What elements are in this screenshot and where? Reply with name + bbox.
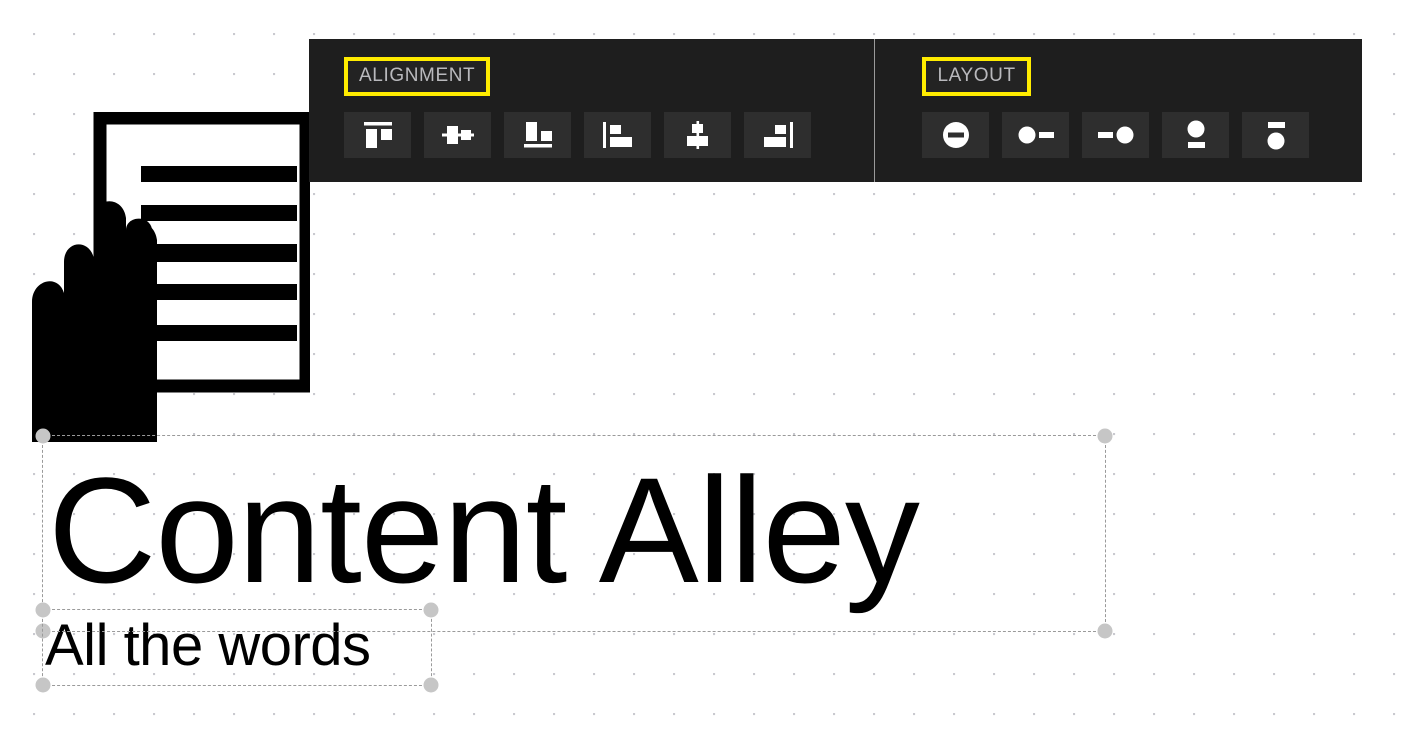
label-overlay-icon (938, 120, 974, 150)
toolbar-group-layout: LAYOUT (875, 39, 1362, 182)
layout-button-row (922, 112, 1362, 158)
selection-handle-top-right[interactable] (1097, 428, 1113, 444)
align-top-button[interactable] (344, 112, 411, 158)
selection-handle-bottom-right[interactable] (423, 677, 439, 693)
align-center-horizontal-icon (440, 120, 476, 150)
label-above-button[interactable] (1242, 112, 1310, 158)
align-left-icon (600, 120, 636, 150)
alignment-group-label: ALIGNMENT (359, 65, 476, 86)
selection-handle-bottom-right[interactable] (1097, 623, 1113, 639)
align-right-icon (760, 120, 796, 150)
align-bottom-icon (520, 120, 556, 150)
selection-handle-bottom-left[interactable] (35, 677, 51, 693)
title-selection-box[interactable] (35, 428, 1113, 639)
label-below-icon (1178, 119, 1214, 151)
align-top-icon (360, 120, 396, 150)
design-canvas[interactable]: ALIGNMENT LAYOUT Content Alley All the w… (0, 0, 1408, 738)
align-center-vertical-button[interactable] (664, 112, 731, 158)
hand-holding-document-illustration[interactable] (28, 112, 310, 442)
selection-handle-top-left[interactable] (35, 602, 51, 618)
label-overlay-button[interactable] (922, 112, 990, 158)
layout-group-label-highlight: LAYOUT (922, 57, 1031, 96)
label-right-button[interactable] (1002, 112, 1070, 158)
align-left-button[interactable] (584, 112, 651, 158)
align-center-vertical-icon (680, 120, 716, 150)
label-right-icon (1016, 120, 1056, 150)
selection-handle-top-left[interactable] (35, 428, 51, 444)
label-left-button[interactable] (1082, 112, 1150, 158)
align-bottom-button[interactable] (504, 112, 571, 158)
layout-group-label: LAYOUT (937, 65, 1016, 86)
label-left-icon (1096, 120, 1136, 150)
subtitle-selection-box[interactable] (35, 602, 439, 693)
selection-handle-top-right[interactable] (423, 602, 439, 618)
label-above-icon (1258, 119, 1294, 151)
toolbar-group-alignment: ALIGNMENT (309, 39, 874, 182)
label-below-button[interactable] (1162, 112, 1230, 158)
alignment-group-label-highlight: ALIGNMENT (344, 57, 491, 96)
alignment-button-row (344, 112, 874, 158)
align-right-button[interactable] (744, 112, 811, 158)
align-center-horizontal-button[interactable] (424, 112, 491, 158)
properties-toolbar[interactable]: ALIGNMENT LAYOUT (309, 39, 1362, 182)
